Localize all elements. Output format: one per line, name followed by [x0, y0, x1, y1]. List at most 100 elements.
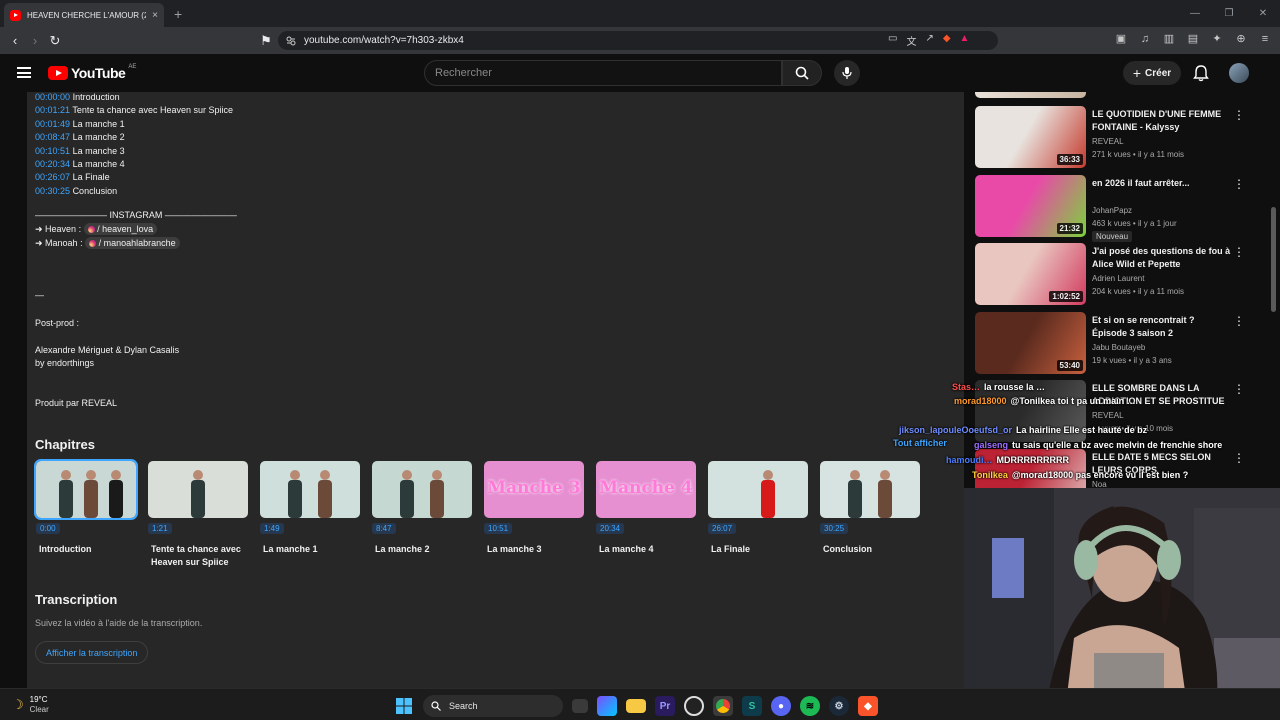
back-icon[interactable]: ‹: [5, 33, 25, 48]
notifications-bell-icon[interactable]: [1192, 64, 1210, 82]
chapter-card[interactable]: Manche 4 20:34 La manche 4: [596, 461, 696, 569]
video-title[interactable]: ELLE SOMBRE DANS LA ADDICTION ET SE PROS…: [1092, 382, 1232, 408]
video-thumbnail[interactable]: 36:33: [975, 106, 1086, 168]
video-title[interactable]: ELLE DATE 5 MECS SELON LEURS CORPS: [1092, 451, 1232, 477]
chapter-card[interactable]: 8:47 La manche 2: [372, 461, 472, 569]
cast-icon[interactable]: ▭: [888, 33, 897, 48]
chapter-card[interactable]: 30:25 Conclusion: [820, 461, 920, 569]
rec-thumbnail-partial[interactable]: [975, 92, 1086, 98]
more-options-icon[interactable]: ⋮: [1233, 177, 1245, 191]
video-description: 00:00:00 Introduction 00:01:21 Tente ta c…: [27, 92, 964, 688]
instagram-link[interactable]: / heaven_lova: [83, 223, 158, 235]
video-thumbnail[interactable]: [975, 448, 1086, 490]
video-title[interactable]: LE QUOTIDIEN D'UNE FEMME FONTAINE - Kaly…: [1092, 108, 1232, 134]
translate-icon[interactable]: 文: [906, 33, 916, 48]
steam-icon[interactable]: ⚙: [829, 696, 849, 716]
video-thumbnail[interactable]: 1:02:52: [975, 243, 1086, 305]
search-input[interactable]: [435, 67, 781, 79]
channel-name[interactable]: Adrien Laurent: [1092, 274, 1144, 283]
search-button[interactable]: [782, 60, 822, 86]
video-duration: 1:02:52: [1049, 291, 1083, 302]
menu-icon[interactable]: ≡: [1258, 32, 1272, 46]
channel-name[interactable]: JohanPapz: [1092, 206, 1132, 215]
timestamp-link[interactable]: 00:20:34: [35, 159, 70, 169]
video-title[interactable]: en 2026 il faut arrêter...: [1092, 177, 1232, 190]
weather-widget[interactable]: ☽ 19°C Clear: [12, 695, 49, 715]
widgets-icon[interactable]: [597, 696, 617, 716]
chapter-card[interactable]: 1:21 Tente ta chance avec Heaven sur Spii…: [148, 461, 248, 569]
recommended-video[interactable]: ELLE DATE 5 MECS SELON LEURS CORPS Noa ⋮: [975, 448, 1265, 490]
video-thumbnail[interactable]: [975, 380, 1086, 442]
recommended-video[interactable]: 21:32 en 2026 il faut arrêter... JohanPapz…: [975, 174, 1265, 242]
spotify-icon[interactable]: ≋: [800, 696, 820, 716]
recommended-video[interactable]: 36:33 LE QUOTIDIEN D'UNE FEMME FONTAINE -…: [975, 106, 1265, 168]
voice-search-button[interactable]: [834, 60, 860, 86]
recommended-video[interactable]: ELLE SOMBRE DANS LA ADDICTION ET SE PROS…: [975, 380, 1265, 442]
browser-tab[interactable]: HEAVEN CHERCHE L'AMOUR (20 ×: [4, 3, 164, 27]
bookmark-icon[interactable]: ⚑: [256, 33, 276, 49]
obs-icon[interactable]: [684, 696, 704, 716]
close-window-icon[interactable]: ✕: [1246, 8, 1280, 19]
account-avatar[interactable]: [1229, 63, 1249, 83]
share-icon[interactable]: ↗: [925, 33, 933, 48]
create-button[interactable]: + Créer: [1123, 61, 1181, 85]
brave-shield-icon[interactable]: ◆: [943, 33, 951, 48]
chapter-card[interactable]: 0:00 Introduction: [34, 459, 138, 569]
recommended-video[interactable]: 53:40 Et si on se rencontrait ? Épisode 3…: [975, 311, 1265, 374]
show-transcript-button[interactable]: Afficher la transcription: [35, 641, 149, 664]
chapter-title: Tente ta chance avec Heaven sur Spiice: [151, 544, 241, 567]
close-tab-icon[interactable]: ×: [152, 10, 158, 21]
new-tab-button[interactable]: +: [174, 6, 182, 22]
brave-icon[interactable]: ◆: [858, 696, 878, 716]
task-view-icon[interactable]: [572, 699, 588, 713]
vpn-icon[interactable]: ⊕: [1234, 32, 1248, 46]
recommended-video[interactable]: 1:02:52 J'ai posé des questions de fou à …: [975, 243, 1265, 305]
channel-name[interactable]: REVEAL: [1092, 411, 1124, 420]
brave-browser-icon[interactable]: [713, 696, 733, 716]
timestamp-link[interactable]: 00:30:25: [35, 186, 70, 196]
timestamp-link[interactable]: 00:26:07: [35, 172, 70, 182]
premiere-pro-icon[interactable]: Pr: [655, 696, 675, 716]
timestamp-link[interactable]: 00:01:21: [35, 105, 70, 115]
taskbar-search[interactable]: Search: [423, 695, 563, 717]
more-options-icon[interactable]: ⋮: [1233, 108, 1245, 122]
channel-name[interactable]: REVEAL: [1092, 137, 1124, 146]
wallet-icon[interactable]: ▤: [1186, 32, 1200, 46]
reload-icon[interactable]: ↻: [45, 33, 65, 49]
timestamp-link[interactable]: 00:08:47: [35, 132, 70, 142]
channel-name[interactable]: Jabu Boutayeb: [1092, 343, 1145, 352]
video-thumbnail[interactable]: 53:40: [975, 311, 1086, 374]
more-options-icon[interactable]: ⋮: [1233, 314, 1245, 328]
chapter-card[interactable]: 26:07 La Finale: [708, 461, 808, 569]
windows-start-icon[interactable]: [394, 696, 414, 716]
sidebar-icon[interactable]: ▥: [1162, 32, 1176, 46]
timestamp-link[interactable]: 00:10:51: [35, 146, 70, 156]
recommendations-scrollbar[interactable]: [1271, 207, 1276, 312]
video-thumbnail[interactable]: 21:32: [975, 174, 1086, 237]
timestamp-link[interactable]: 00:00:00: [35, 92, 70, 102]
video-title[interactable]: Et si on se rencontrait ? Épisode 3 sais…: [1092, 314, 1232, 340]
video-title[interactable]: J'ai posé des questions de fou à Alice W…: [1092, 245, 1232, 271]
more-options-icon[interactable]: ⋮: [1233, 245, 1245, 259]
media-icon[interactable]: ♫: [1138, 32, 1152, 46]
minimize-icon[interactable]: —: [1178, 8, 1212, 19]
forward-icon[interactable]: ›: [25, 33, 45, 48]
youtube-favicon-icon: [10, 9, 21, 21]
timestamp-link[interactable]: 00:01:49: [35, 119, 70, 129]
weather-temp: 19°C: [29, 695, 48, 704]
maximize-icon[interactable]: ❐: [1212, 8, 1246, 19]
instagram-link[interactable]: / manoahlabranche: [85, 237, 180, 249]
reader-icon[interactable]: ▣: [1114, 32, 1128, 46]
more-options-icon[interactable]: ⋮: [1233, 382, 1245, 396]
file-explorer-icon[interactable]: [626, 699, 646, 713]
site-info-icon[interactable]: [286, 36, 296, 46]
youtube-logo[interactable]: YouTube AE: [48, 64, 136, 81]
brave-rewards-icon[interactable]: ▲: [960, 33, 970, 48]
chapter-card[interactable]: Manche 3 10:51 La manche 3: [484, 461, 584, 569]
discord-icon[interactable]: ●: [771, 696, 791, 716]
hamburger-menu-icon[interactable]: [17, 67, 31, 78]
chapter-card[interactable]: 1:49 La manche 1: [260, 461, 360, 569]
streamlabs-icon[interactable]: S: [742, 696, 762, 716]
more-options-icon[interactable]: ⋮: [1233, 451, 1245, 465]
ai-icon[interactable]: ✦: [1210, 32, 1224, 46]
